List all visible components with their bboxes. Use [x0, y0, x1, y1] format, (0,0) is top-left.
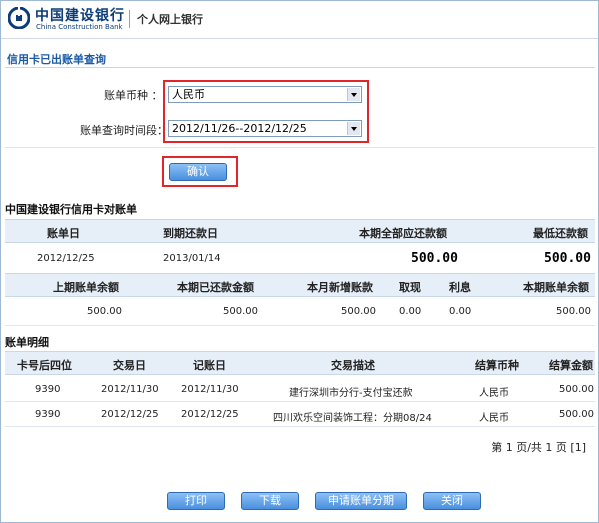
col-currency: 结算币种: [475, 359, 519, 372]
row2-trans-date: 2012/12/25: [101, 409, 159, 420]
row2-amount: 500.00: [559, 409, 594, 420]
statement-divider: [5, 325, 595, 326]
interest-value: 0.00: [449, 306, 472, 317]
balance-header-row: 上期账单余额 本期已还款金额 本月新增账款 取现 利息 本期账单余额: [5, 273, 595, 297]
row1-card: 9390: [35, 384, 61, 395]
title-divider: [5, 67, 595, 68]
period-label: 账单查询时间段：: [80, 124, 168, 137]
row2-card: 9390: [35, 409, 61, 420]
statement-title: 中国建设银行信用卡对账单: [5, 203, 137, 216]
col-new-charges: 本月新增账款: [307, 281, 373, 294]
form-divider: [5, 147, 595, 148]
col-statement-date: 账单日: [47, 227, 80, 240]
due-date-value: 2013/01/14: [163, 253, 221, 264]
bank-name-cn: 中国建设银行: [35, 8, 125, 24]
col-prev-balance: 上期账单余额: [53, 281, 119, 294]
row-divider: [5, 426, 595, 427]
row-divider: [5, 401, 595, 402]
pagination[interactable]: 第 1 页/共 1 页 [1]: [491, 439, 586, 455]
statement-header-row: 账单日 到期还款日 本期全部应还款额 最低还款额: [5, 219, 595, 243]
statement-date-value: 2012/12/25: [37, 253, 95, 264]
col-description: 交易描述: [331, 359, 375, 372]
col-paid-amount: 本期已还款金额: [177, 281, 254, 294]
print-button[interactable]: 打印: [167, 492, 225, 510]
page-title: 信用卡已出账单查询: [7, 53, 106, 66]
col-total-due: 本期全部应还款额: [359, 227, 447, 240]
paid-amount-value: 500.00: [223, 306, 258, 317]
row1-amount: 500.00: [559, 384, 594, 395]
installment-button[interactable]: 申请账单分期: [315, 492, 407, 510]
details-header-row: 卡号后四位 交易日 记账日 交易描述 结算币种 结算金额: [5, 351, 595, 375]
current-balance-value: 500.00: [556, 306, 591, 317]
app-window: 中国建设银行 China Construction Bank 个人网上银行 信用…: [0, 0, 599, 523]
row2-post-date: 2012/12/25: [181, 409, 239, 420]
form-highlight: [163, 80, 369, 143]
row2-currency: 人民币: [479, 413, 509, 424]
col-trans-date: 交易日: [113, 359, 146, 372]
col-min-due: 最低还款额: [533, 227, 588, 240]
col-current-balance: 本期账单余额: [523, 281, 589, 294]
bank-name-en: China Construction Bank: [36, 23, 123, 31]
bank-header: 中国建设银行 China Construction Bank 个人网上银行: [1, 1, 598, 39]
ccb-logo-icon: [8, 7, 30, 29]
min-due-value: 500.00: [544, 251, 591, 266]
download-button[interactable]: 下载: [241, 492, 299, 510]
col-due-date: 到期还款日: [163, 227, 218, 240]
col-card-last4: 卡号后四位: [17, 359, 72, 372]
header-divider: [129, 10, 130, 28]
prev-balance-value: 500.00: [87, 306, 122, 317]
confirm-highlight: [162, 156, 238, 187]
col-amount: 结算金额: [549, 359, 593, 372]
col-cash-advance: 取现: [399, 281, 421, 294]
row1-currency: 人民币: [479, 388, 509, 399]
row1-trans-date: 2012/11/30: [101, 384, 159, 395]
row2-description: 四川欢乐空间装饰工程：分期08/24: [273, 413, 432, 424]
col-post-date: 记账日: [193, 359, 226, 372]
new-charges-value: 500.00: [341, 306, 376, 317]
total-due-value: 500.00: [411, 251, 458, 266]
cash-advance-value: 0.00: [399, 306, 422, 317]
details-title: 账单明细: [5, 336, 49, 349]
currency-label: 账单币种 ：: [104, 89, 163, 102]
row1-description: 建行深圳市分行-支付宝还款: [289, 388, 413, 399]
close-button[interactable]: 关闭: [423, 492, 481, 510]
header-subtitle: 个人网上银行: [137, 13, 203, 26]
row1-post-date: 2012/11/30: [181, 384, 239, 395]
col-interest: 利息: [449, 281, 471, 294]
